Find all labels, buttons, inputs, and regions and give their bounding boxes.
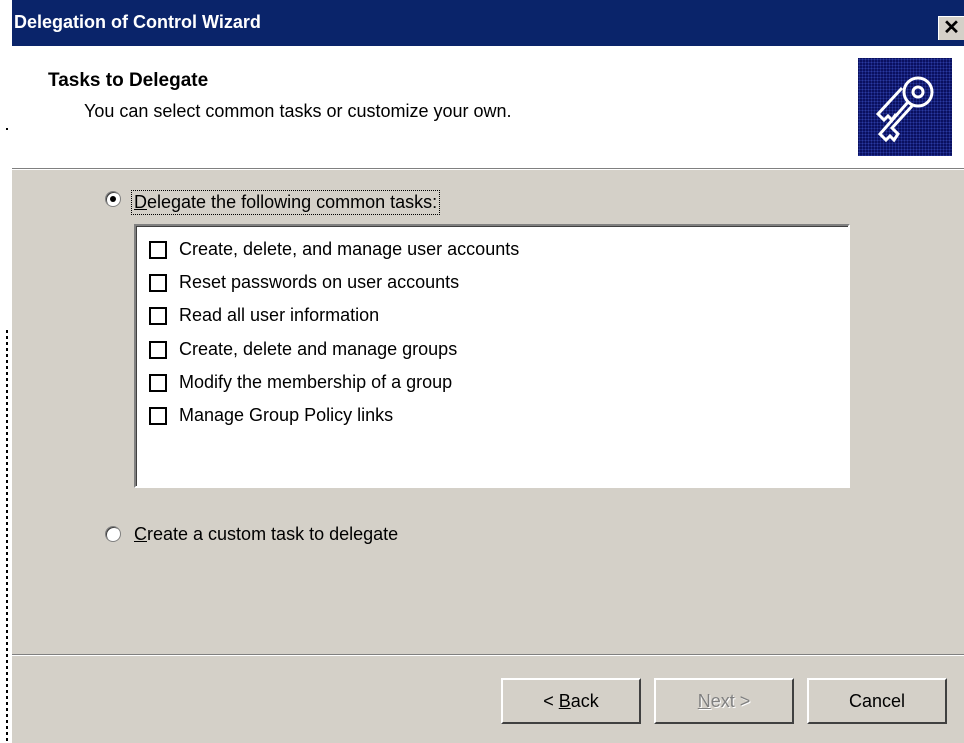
task-checkbox[interactable] [149,274,167,292]
task-checkbox[interactable] [149,241,167,259]
footer-divider-highlight [12,655,964,656]
next-button[interactable]: Next > [654,678,794,724]
task-label: Create, delete and manage groups [179,339,458,359]
task-label: Reset passwords on user accounts [179,272,460,292]
wizard-header: Tasks to Delegate You can select common … [12,46,964,170]
task-checkbox[interactable] [149,341,167,359]
delegate-common-tasks-label[interactable]: Delegate the following common tasks: [130,190,441,215]
task-checkbox[interactable] [149,407,167,425]
task-label: Create, delete, and manage user accounts [179,239,520,259]
window-title: Delegation of Control Wizard [14,12,261,32]
wizard-window: Delegation of Control Wizard ✕ Tasks to … [12,0,964,743]
common-tasks-list[interactable]: Create, delete, and manage user accounts… [134,224,850,488]
custom-task-label[interactable]: Create a custom task to delegate [134,524,398,545]
desktop-dot [6,128,8,130]
page-title: Tasks to Delegate [48,70,209,91]
task-label: Modify the membership of a group [179,372,453,392]
cancel-button[interactable]: Cancel [807,678,947,724]
page-subtitle: You can select common tasks or customize… [84,101,512,121]
title-bar[interactable]: Delegation of Control Wizard ✕ [12,0,964,46]
close-button[interactable]: ✕ [938,16,964,40]
custom-task-radio[interactable] [105,526,121,542]
back-button[interactable]: < Back [501,678,641,724]
delegate-common-tasks-radio[interactable] [105,191,121,207]
desktop-dotted-edge [6,330,8,743]
task-checkbox[interactable] [149,374,167,392]
keys-icon [858,58,952,156]
common-tasks-list-frame: Create, delete, and manage user accounts… [136,226,848,486]
task-checkbox[interactable] [149,307,167,325]
task-label: Manage Group Policy links [179,405,394,425]
close-icon: ✕ [943,17,960,39]
task-label: Read all user information [179,305,380,325]
